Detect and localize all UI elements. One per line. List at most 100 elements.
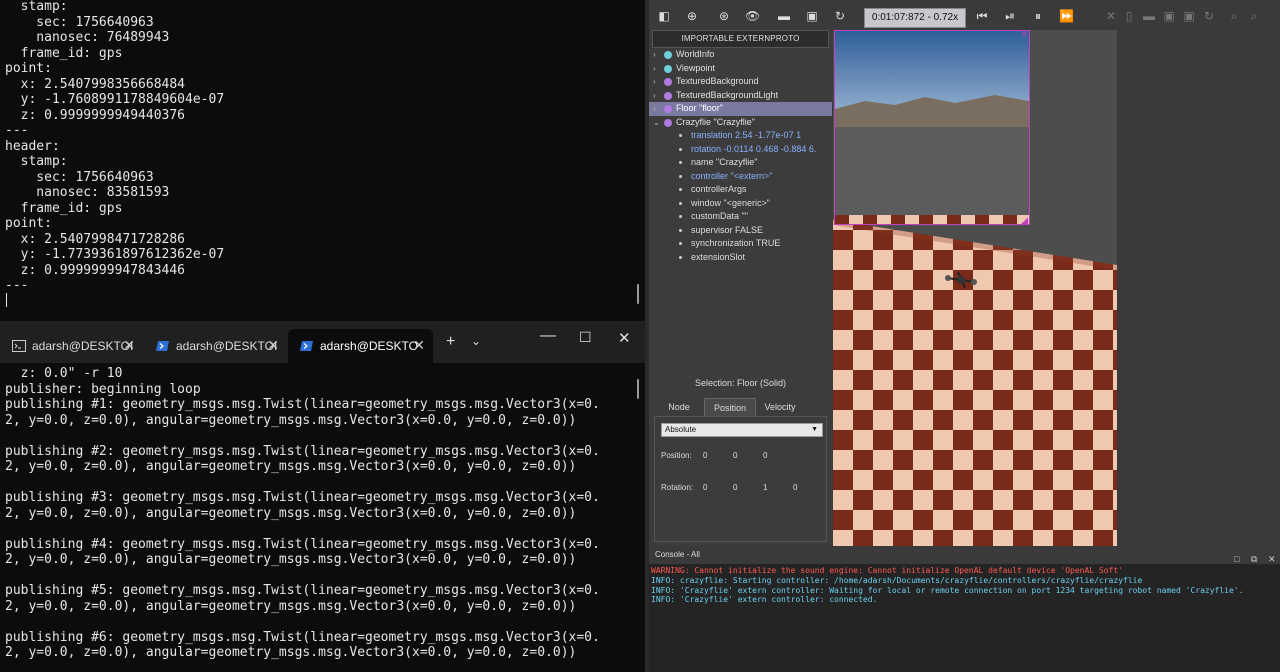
field-label: synchronization TRUE: [691, 238, 781, 248]
tab-label: adarsh@DESKTO: [320, 339, 418, 353]
reset-view-icon[interactable]: ⊛: [717, 9, 731, 23]
tab-3-active[interactable]: adarsh@DESKTO ✕: [288, 329, 433, 363]
restore-icon[interactable]: ⧉: [1251, 550, 1257, 568]
rotation-angle: 0: [793, 483, 798, 492]
field-item[interactable]: controller "<extern>": [649, 170, 832, 184]
fast-forward-icon[interactable]: ⏩: [1059, 9, 1074, 23]
chevron-right-icon[interactable]: ›: [653, 102, 656, 116]
reset-simulation-icon[interactable]: ⏮: [975, 9, 989, 23]
scene-tree-node[interactable]: ⌄ Crazyflie "Crazyflie": [649, 116, 832, 130]
simulation-time-display: 0:01:07:872 - 0.72x: [864, 8, 966, 28]
top-terminal-pane[interactable]: stamp: sec: 1756640963 nanosec: 76489943…: [0, 0, 645, 321]
tab-2[interactable]: adarsh@DESKTOI ✕: [144, 329, 287, 363]
scene-tree-toggle-icon[interactable]: ◧: [657, 9, 671, 23]
node-type-icon: [664, 64, 672, 73]
field-item[interactable]: supervisor FALSE: [649, 224, 832, 238]
revert-icon[interactable]: ↻: [1202, 9, 1216, 23]
close-icon[interactable]: ✕: [123, 337, 135, 354]
chevron-down-icon[interactable]: ⌄: [653, 116, 660, 130]
scrollbar[interactable]: [637, 379, 639, 399]
bullet-icon: [679, 228, 682, 232]
importable-externproto-button[interactable]: IMPORTABLE EXTERNPROTO: [652, 30, 829, 48]
node-type-icon: [664, 91, 672, 100]
bullet-icon: [679, 188, 682, 191]
chevron-down-icon[interactable]: ⌄: [471, 334, 481, 348]
close-icon[interactable]: ✕: [1268, 550, 1276, 568]
chevron-right-icon[interactable]: ›: [653, 62, 656, 76]
tab-position[interactable]: Position: [704, 398, 756, 417]
save-icon[interactable]: ▣: [805, 9, 819, 23]
open-folder-icon[interactable]: ▬: [777, 9, 791, 23]
scene-tree-node[interactable]: › TexturedBackground: [649, 75, 832, 89]
node-label: Viewpoint: [676, 62, 715, 73]
scrollbar[interactable]: [637, 284, 639, 304]
new-tab-button[interactable]: +: [446, 333, 455, 351]
close-icon[interactable]: ✕: [413, 337, 425, 354]
terminal-window: adarsh@DESKTOI ✕ adarsh@DESKTOI ✕ adarsh…: [0, 321, 645, 672]
chevron-right-icon[interactable]: ›: [653, 89, 656, 103]
save-icon[interactable]: ▣: [1162, 9, 1176, 23]
position-tab-content: Absolute ▼ Position: 0 0 0 Rotation: 0 0…: [654, 416, 827, 542]
chevron-right-icon[interactable]: ›: [653, 48, 656, 62]
frame-select[interactable]: Absolute ▼: [661, 423, 823, 437]
rotation-label: Rotation:: [661, 483, 694, 492]
new-file-icon[interactable]: ▯: [1122, 9, 1136, 23]
viewport-background: [1117, 30, 1280, 546]
save-as-icon[interactable]: ▣: [1182, 9, 1196, 23]
field-item[interactable]: extensionSlot: [649, 251, 832, 265]
tab-velocity[interactable]: Velocity: [755, 398, 805, 416]
terminal-icon: [12, 340, 26, 352]
scene-tree-node[interactable]: › Viewpoint: [649, 62, 832, 76]
field-label: supervisor FALSE: [691, 224, 764, 235]
scene-tree-node[interactable]: › WorldInfo: [649, 48, 832, 62]
scene-tree-node[interactable]: › Floor "floor": [649, 102, 832, 116]
field-label: translation 2.54 -1.77e-07 1: [691, 130, 802, 140]
tab-node[interactable]: Node: [655, 398, 703, 416]
reload-icon[interactable]: ↻: [833, 9, 847, 23]
field-item[interactable]: synchronization TRUE: [649, 237, 832, 251]
close-icon[interactable]: ✕: [267, 337, 279, 354]
add-node-icon[interactable]: ⊕: [685, 9, 699, 23]
console-title-text: Console - All: [655, 550, 700, 559]
frame-select-value: Absolute: [665, 425, 697, 434]
field-item[interactable]: rotation -0.0114 0.468 -0.884 6.: [649, 143, 832, 157]
node-label: TexturedBackgroundLight: [676, 89, 779, 100]
minimize-button[interactable]: —: [540, 327, 556, 345]
tab-1[interactable]: adarsh@DESKTOI ✕: [0, 329, 143, 363]
3d-viewport[interactable]: ✕ ◢: [833, 30, 1117, 546]
close-window-button[interactable]: ✕: [618, 329, 631, 347]
resize-handle-icon[interactable]: ◢: [1021, 215, 1028, 224]
field-item[interactable]: name "Crazyflie": [649, 156, 832, 170]
eye-icon[interactable]: 👁: [745, 9, 760, 23]
node-type-icon: [664, 51, 672, 59]
tab-bar: adarsh@DESKTOI ✕ adarsh@DESKTOI ✕ adarsh…: [0, 321, 645, 363]
field-editor: Selection: Floor (Solid) Node Position V…: [649, 374, 832, 546]
simulation-toolbar: ◧ ⊕ ⊛ 👁 ▬ ▣ ↻ 0:01:07:872 - 0.72x ⏮ ⏯ ⏸ …: [649, 0, 1280, 34]
field-item[interactable]: customData "": [649, 210, 832, 224]
powershell-icon: [156, 340, 170, 352]
find-next-icon[interactable]: ⌕: [1247, 9, 1261, 23]
field-item[interactable]: window "<generic>": [649, 197, 832, 211]
bullet-icon: [679, 174, 682, 178]
rotation-x: 0: [703, 483, 708, 492]
camera-overlay[interactable]: ✕ ◢: [834, 30, 1030, 225]
chevron-right-icon[interactable]: ›: [653, 75, 656, 89]
scene-tree: › WorldInfo › Viewpoint › TexturedBackground ›…: [649, 48, 832, 264]
field-label: customData "": [691, 211, 748, 221]
close-icon[interactable]: ✕: [1104, 9, 1118, 23]
camera-image: [835, 31, 1029, 224]
maximize-button[interactable]: ☐: [579, 329, 592, 346]
terminal-output: stamp: sec: 1756640963 nanosec: 76489943…: [5, 0, 225, 293]
field-item[interactable]: translation 2.54 -1.77e-07 1: [649, 129, 832, 143]
scene-tree-node[interactable]: › TexturedBackgroundLight: [649, 89, 832, 103]
field-label: rotation -0.0114 0.468 -0.884 6.: [691, 143, 817, 154]
find-icon[interactable]: ⌕: [1227, 9, 1241, 23]
pause-icon[interactable]: ⏸: [1031, 9, 1045, 23]
step-icon[interactable]: ⏯: [1003, 9, 1017, 23]
bullet-icon: [679, 255, 682, 259]
field-item[interactable]: controllerArgs: [649, 183, 832, 197]
console-line: INFO: crazyflie: Starting controller: /h…: [651, 575, 1143, 585]
open-folder-icon[interactable]: ▬: [1142, 9, 1156, 23]
close-icon[interactable]: ✕: [1020, 31, 1028, 40]
bottom-terminal-pane[interactable]: z: 0.0" -r 10 publisher: beginning loop …: [0, 363, 645, 672]
